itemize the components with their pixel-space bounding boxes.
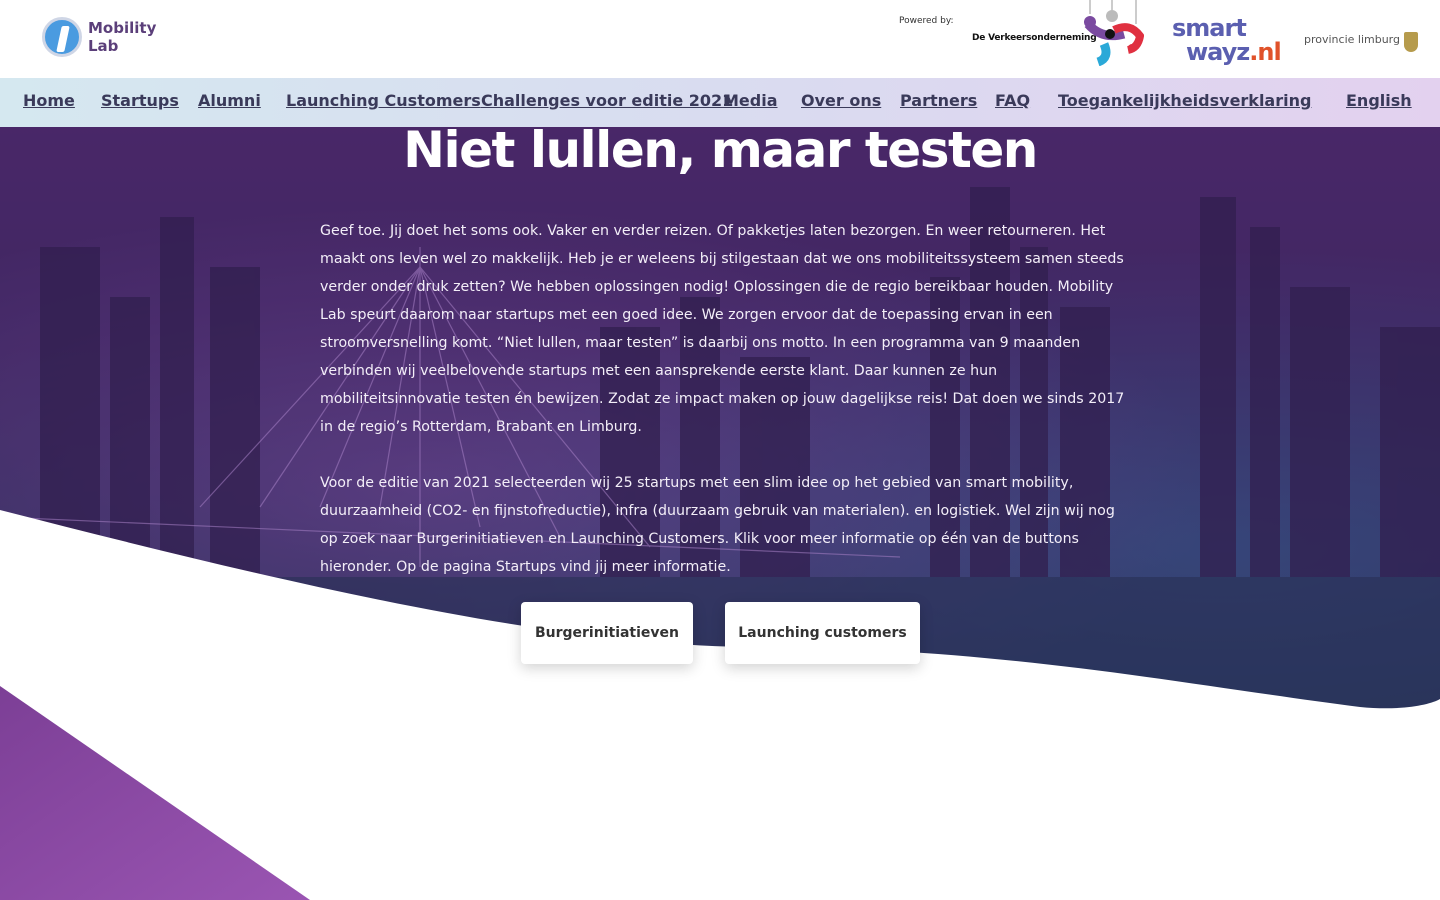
- smartwayz-tld: .nl: [1249, 38, 1281, 66]
- smartwayz-line2: wayz.nl: [1172, 38, 1282, 66]
- nav-item-media[interactable]: Media: [723, 91, 778, 110]
- launching-customers-button[interactable]: Launching customers: [725, 602, 920, 664]
- burgerinitiatieven-button[interactable]: Burgerinitiatieven: [521, 602, 693, 664]
- nav-item-alumni[interactable]: Alumni: [198, 91, 261, 110]
- hero-section: Niet lullen, maar testen Geef toe. Jij d…: [0, 127, 1440, 727]
- nav-item-launching-customers[interactable]: Launching Customers: [286, 91, 481, 110]
- logo-line1: Mobility: [88, 19, 157, 37]
- main-navigation: Home Startups Alumni Launching Customers…: [0, 78, 1440, 127]
- mobility-lab-logo-icon: [42, 17, 82, 57]
- smartwayz-word: wayz: [1186, 38, 1250, 66]
- hero-intro-text: Geef toe. Jij doet het soms ook. Vaker e…: [320, 217, 1125, 581]
- nav-item-challenges[interactable]: Challenges voor editie 2021: [481, 91, 733, 110]
- nav-item-over-ons[interactable]: Over ons: [801, 91, 881, 110]
- logo-text: Mobility Lab: [88, 19, 156, 55]
- nav-item-toegankelijkheid[interactable]: Toegankelijkheidsverklaring: [1058, 91, 1311, 110]
- mobility-lab-logo[interactable]: Mobility Lab: [42, 17, 156, 57]
- intro-paragraph-2: Voor de editie van 2021 selecteerden wij…: [320, 475, 1115, 575]
- intro-paragraph-1: Geef toe. Jij doet het soms ook. Vaker e…: [320, 223, 1125, 435]
- nav-item-faq[interactable]: FAQ: [995, 91, 1030, 110]
- powered-by-label: Powered by:: [899, 16, 954, 26]
- page-title: Niet lullen, maar testen: [403, 127, 1038, 179]
- verkeersonderneming-logo[interactable]: De Verkeersonderneming: [972, 33, 1097, 43]
- site-header: Mobility Lab Powered by: De Verkeersonde…: [0, 0, 1440, 78]
- limburg-crest-icon: [1404, 32, 1418, 52]
- nav-item-startups[interactable]: Startups: [101, 91, 179, 110]
- nav-item-partners[interactable]: Partners: [900, 91, 977, 110]
- provincie-limburg-logo[interactable]: provincie limburg: [1304, 33, 1400, 46]
- language-switch-english[interactable]: English: [1346, 91, 1412, 110]
- decorative-purple-triangle: [0, 686, 310, 900]
- logo-line2: Lab: [88, 37, 119, 55]
- nav-item-home[interactable]: Home: [23, 91, 75, 110]
- smartwayz-logo[interactable]: smart wayz.nl: [1172, 16, 1282, 66]
- verkeersonderneming-graphic-icon: [1084, 0, 1144, 66]
